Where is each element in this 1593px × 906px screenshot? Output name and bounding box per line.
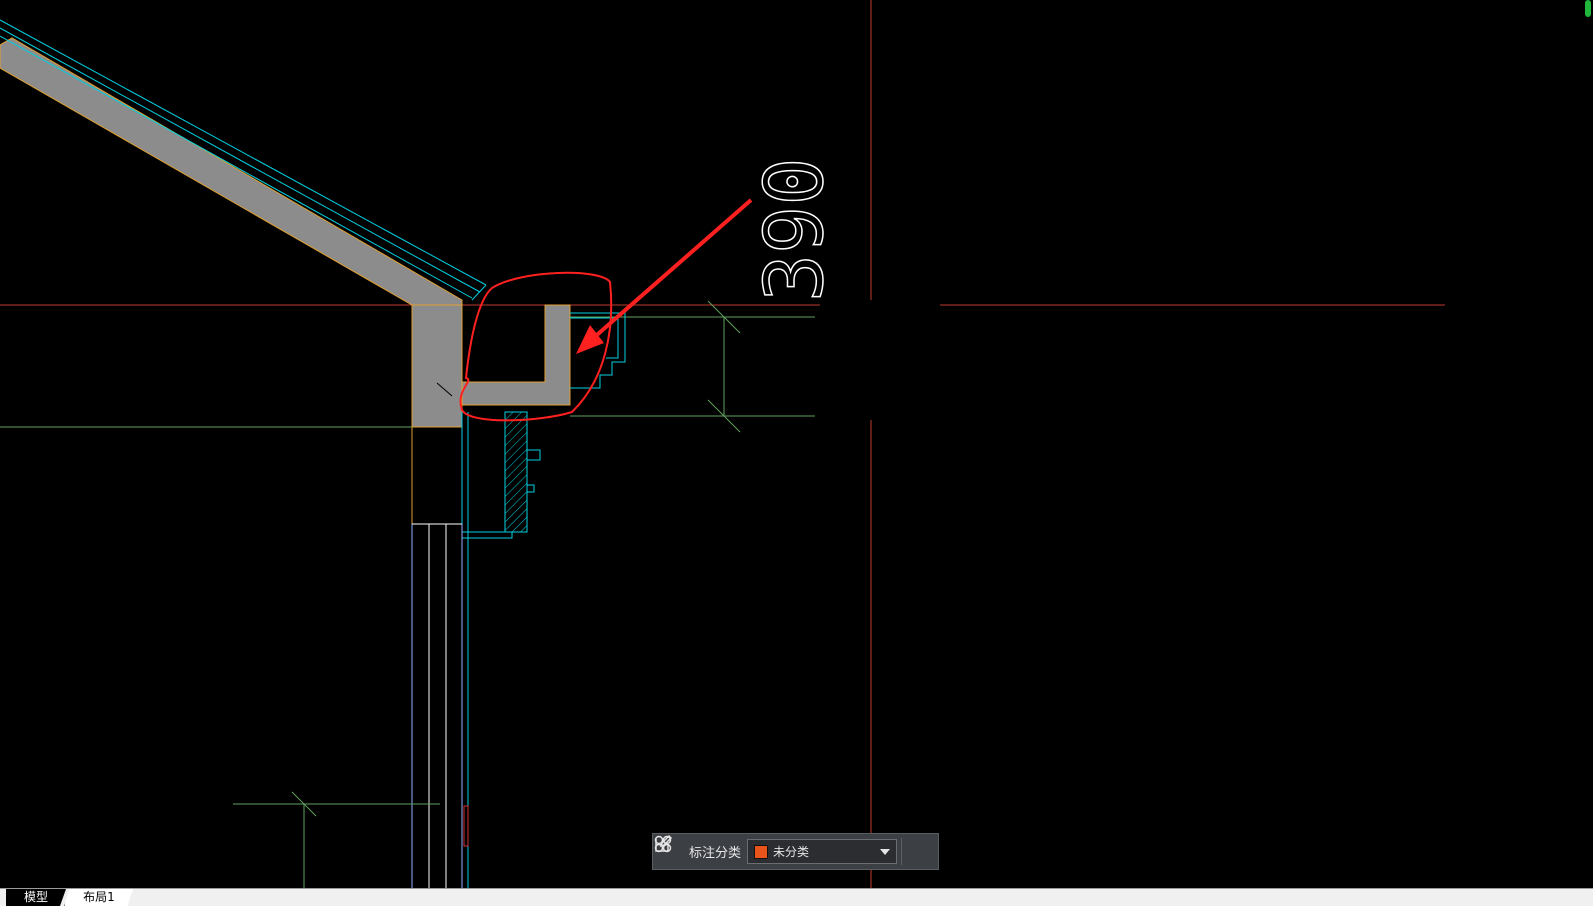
edit-icon[interactable]	[655, 834, 938, 869]
gutter-section	[461, 304, 571, 406]
hatched-molding	[504, 411, 528, 533]
annotation-toolbar: 标注分类 未分类	[652, 833, 939, 870]
roof-layer-2	[0, 27, 481, 293]
roof-layer-1	[0, 19, 487, 286]
cad-drawing-canvas[interactable]: 390 标注分类 未分类	[0, 0, 1593, 888]
wall-column	[411, 304, 463, 428]
tab-model[interactable]: 模型	[6, 889, 66, 906]
tab-layout1[interactable]: 布局1	[64, 889, 133, 906]
dimension-text: 390	[748, 158, 841, 303]
roof-layer-3	[0, 35, 473, 299]
chevron-down-icon[interactable]	[880, 849, 890, 855]
cad-drawing: 390	[0, 0, 1445, 888]
annotation-category-label: 标注分类	[689, 846, 742, 861]
scroll-indicator[interactable]	[1585, 0, 1591, 17]
roof-slab	[0, 37, 463, 306]
category-color-swatch	[754, 844, 769, 859]
layout-tab-strip: 模型 布局1	[0, 888, 1593, 906]
category-value: 未分类	[773, 845, 810, 859]
markup-arrow	[580, 198, 753, 350]
wall-lower	[411, 426, 463, 525]
annotation-category-select[interactable]: 未分类	[747, 839, 897, 864]
